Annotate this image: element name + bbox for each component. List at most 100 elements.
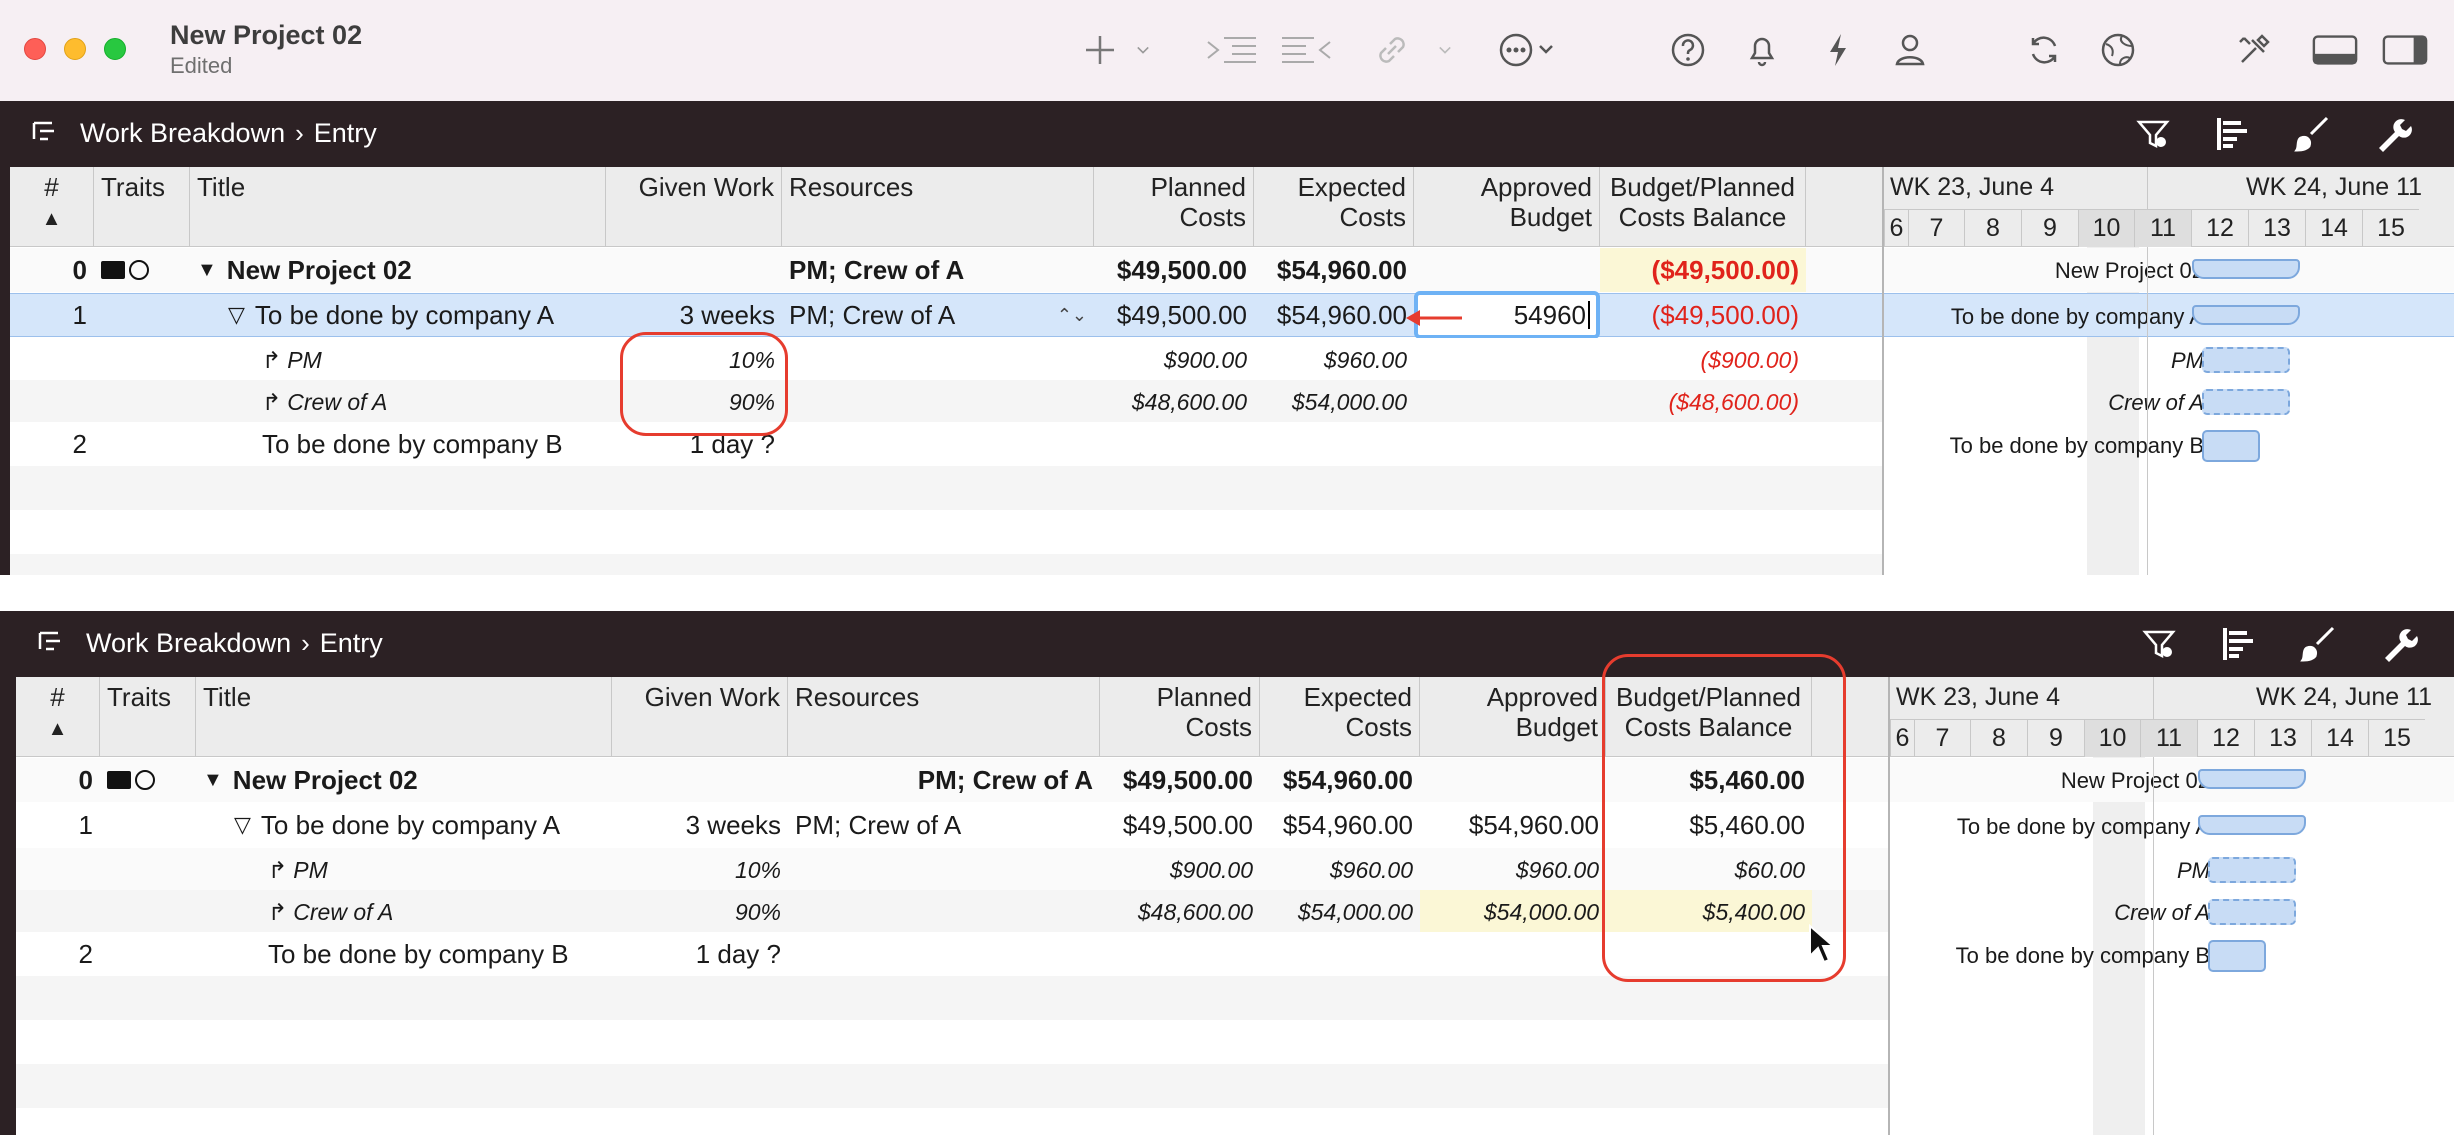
column-header-given-work[interactable]: Given Work: [606, 167, 782, 247]
help-icon[interactable]: [1666, 28, 1710, 72]
refresh-icon[interactable]: [2022, 28, 2066, 72]
title-cell[interactable]: ↱ PM: [190, 338, 606, 382]
gantt-assignment-bar[interactable]: [2202, 347, 2290, 373]
gantt-task-bar[interactable]: [2208, 940, 2266, 972]
column-header-given-work[interactable]: Given Work: [612, 677, 788, 757]
column-header-resources[interactable]: Resources: [782, 167, 1094, 247]
column-header-expected-costs[interactable]: Expected Costs: [1254, 167, 1414, 247]
wrench-icon[interactable]: [2376, 621, 2422, 667]
gantt-summary-bar[interactable]: [2192, 259, 2300, 279]
bell-icon[interactable]: [1740, 28, 1784, 72]
column-header-traits[interactable]: Traits: [100, 677, 196, 757]
table-row[interactable]: 0 ▼ New Project 02 PM; Crew of A $49,500.…: [10, 248, 1882, 292]
gantt-assignment-bar[interactable]: [2208, 899, 2296, 925]
stepper-icon[interactable]: ⌃⌄: [1057, 305, 1087, 326]
title-cell[interactable]: ▽ To be done by company A: [190, 294, 606, 336]
title-cell[interactable]: ↱ PM: [196, 848, 612, 892]
bottom-panel-icon[interactable]: [2310, 28, 2360, 72]
approved-budget-cell[interactable]: $54,960.00: [1420, 803, 1606, 847]
table-row-selected[interactable]: 1 ▽ To be done by company A 3 weeks PM; C…: [10, 291, 1882, 339]
title-cell[interactable]: ▼ New Project 02: [190, 248, 606, 292]
gantt-assignment-bar[interactable]: [2208, 857, 2296, 883]
folder-icon: [107, 771, 131, 789]
column-header-approved-budget[interactable]: Approved Budget: [1414, 167, 1600, 247]
filter-icon[interactable]: [2136, 621, 2182, 667]
gantt-summary-bar[interactable]: [2192, 305, 2300, 325]
gantt-summary-bar[interactable]: [2198, 815, 2306, 835]
approved-budget-cell[interactable]: $960.00: [1420, 848, 1606, 892]
zoom-window-button[interactable]: [104, 38, 126, 60]
day-header-cell: 12: [2191, 209, 2248, 247]
column-header-expected-costs[interactable]: Expected Costs: [1260, 677, 1420, 757]
column-header-number[interactable]: # ▲: [16, 677, 100, 757]
lightning-icon[interactable]: [1816, 28, 1860, 72]
empty-row: [10, 510, 1882, 554]
resources-cell[interactable]: PM; Crew of A: [788, 758, 1100, 802]
minimize-window-button[interactable]: [64, 38, 86, 60]
table-row[interactable]: ↱ Crew of A 90% $48,600.00 $54,000.00 ($4…: [10, 380, 1882, 424]
indent-icon[interactable]: [1200, 28, 1260, 72]
column-header-balance[interactable]: Budget/Planned Costs Balance: [1600, 167, 1806, 247]
gantt-style-icon[interactable]: [2210, 111, 2256, 157]
column-header-traits[interactable]: Traits: [94, 167, 190, 247]
column-header-number[interactable]: # ▲: [10, 167, 94, 247]
gantt-task-bar[interactable]: [2202, 430, 2260, 462]
column-header-title[interactable]: Title: [196, 677, 612, 757]
given-work-cell[interactable]: 3 weeks: [612, 803, 788, 847]
empty-row: [16, 1064, 1888, 1108]
gantt-assignment-bar[interactable]: [2202, 389, 2290, 415]
column-header-planned-costs[interactable]: Planned Costs: [1100, 677, 1260, 757]
breadcrumb-entry[interactable]: Entry: [314, 118, 377, 149]
wrench-icon[interactable]: [2370, 111, 2416, 157]
disclosure-outline-icon[interactable]: ▽: [234, 812, 251, 838]
clock-icon: [129, 260, 149, 280]
given-work-cell[interactable]: 1 day ?: [612, 932, 788, 976]
gantt-style-icon[interactable]: [2216, 621, 2262, 667]
globe-icon[interactable]: [2096, 28, 2140, 72]
person-icon[interactable]: [1888, 28, 1932, 72]
breadcrumb-work-breakdown[interactable]: Work Breakdown: [86, 628, 291, 659]
column-header-title[interactable]: Title: [190, 167, 606, 247]
gantt-label: New Project 02: [2054, 258, 2204, 283]
resources-cell[interactable]: PM; Crew of A: [788, 803, 1100, 847]
column-header-approved-budget[interactable]: Approved Budget: [1420, 677, 1606, 757]
day-header-cell: 13: [2254, 719, 2311, 757]
outdent-icon[interactable]: [1278, 28, 1338, 72]
title-cell[interactable]: To be done by company B: [196, 932, 612, 976]
ellipsis-circle-icon[interactable]: [1496, 28, 1566, 72]
title-cell[interactable]: ▼ New Project 02: [196, 758, 612, 802]
given-work-cell[interactable]: 90%: [612, 890, 788, 934]
disclosure-outline-icon[interactable]: ▽: [228, 302, 245, 328]
brush-icon[interactable]: [2290, 111, 2336, 157]
given-work-cell[interactable]: 10%: [612, 848, 788, 892]
tools-icon[interactable]: [2232, 28, 2276, 72]
disclosure-expanded-icon[interactable]: ▼: [203, 769, 223, 792]
disclosure-expanded-icon[interactable]: ▼: [197, 259, 217, 282]
title-cell[interactable]: ↱ Crew of A: [190, 380, 606, 424]
column-header-planned-costs[interactable]: Planned Costs: [1094, 167, 1254, 247]
title-cell[interactable]: ↱ Crew of A: [196, 890, 612, 934]
resources-cell[interactable]: PM; Crew of A ⌃⌄: [782, 294, 1094, 336]
link-icon[interactable]: [1370, 28, 1414, 72]
chevron-down-icon[interactable]: [1432, 28, 1458, 72]
side-panel-icon[interactable]: [2380, 28, 2430, 72]
brush-icon[interactable]: [2296, 621, 2342, 667]
title-cell[interactable]: To be done by company B: [190, 422, 606, 466]
breadcrumb-work-breakdown[interactable]: Work Breakdown: [80, 118, 285, 149]
gantt-summary-bar[interactable]: [2198, 769, 2306, 789]
breadcrumb-entry[interactable]: Entry: [320, 628, 383, 659]
title-cell[interactable]: ▽ To be done by company A: [196, 803, 612, 847]
chevron-down-icon[interactable]: [1130, 28, 1156, 72]
table-row[interactable]: 2 To be done by company B 1 day ?: [10, 422, 1882, 466]
column-header-resources[interactable]: Resources: [788, 677, 1100, 757]
resources-cell[interactable]: PM; Crew of A: [782, 248, 1094, 292]
plus-icon[interactable]: [1078, 28, 1122, 72]
given-work-cell[interactable]: 3 weeks: [606, 294, 782, 336]
gantt-chart: WK 23, June 4 WK 24, June 11 6 7 8 9 10 11 12 1…: [1882, 167, 2454, 575]
filter-icon[interactable]: [2130, 111, 2176, 157]
gantt-label: Crew of A: [2114, 900, 2210, 925]
table-row[interactable]: ↱ PM 10% $900.00 $960.00 ($900.00): [10, 338, 1882, 382]
close-window-button[interactable]: [24, 38, 46, 60]
gantt-label: To be done by company B: [1955, 943, 2210, 968]
approved-budget-cell[interactable]: $54,000.00: [1420, 890, 1606, 934]
